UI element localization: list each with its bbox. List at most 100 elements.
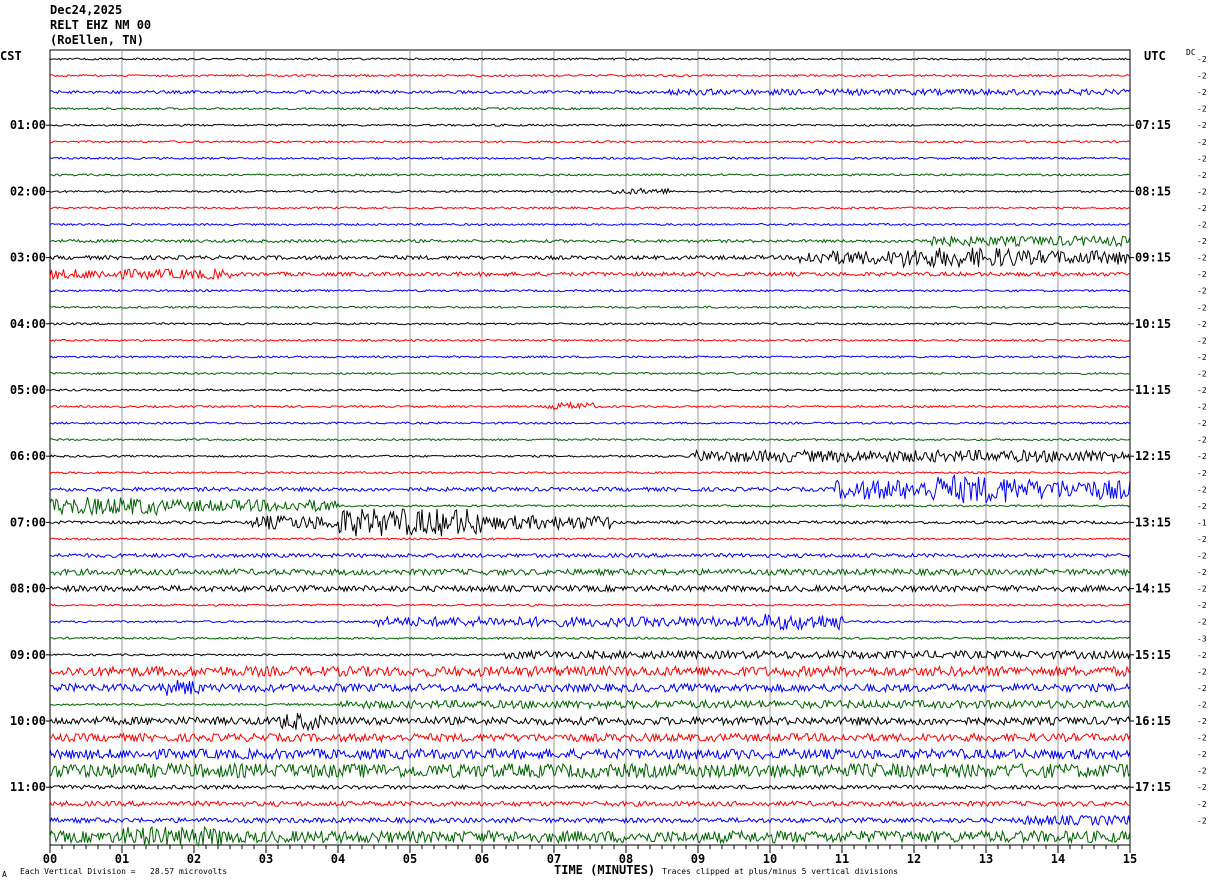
- trace-4: [49, 123, 1131, 127]
- utc-label-17:15: 17:15: [1135, 780, 1171, 794]
- dc-offset-16: -2: [1197, 320, 1207, 329]
- dc-offset-35: -3: [1197, 634, 1207, 643]
- x-tick-label-02: 02: [187, 852, 201, 866]
- trace-44: [49, 784, 1131, 791]
- trace-0: [49, 57, 1131, 61]
- clip-note: Traces clipped at plus/minus 5 vertical …: [662, 867, 899, 876]
- trace-35: [49, 636, 1131, 640]
- trace-27: [49, 496, 1131, 517]
- trace-1: [49, 73, 1131, 78]
- helicorder-plot: 00 01 02 03 04 05 06 07 08 09 10 11 12 13 14 15 01:0002…: [10, 49, 1207, 866]
- dc-offset-31: -2: [1197, 568, 1207, 577]
- trace-2: [49, 87, 1131, 97]
- station-location: (RoEllen, TN): [50, 33, 144, 47]
- trace-28: [49, 508, 1131, 537]
- dc-label: DC: [1186, 48, 1196, 57]
- dc-offset-41: -2: [1197, 734, 1207, 743]
- utc-label-16:15: 16:15: [1135, 714, 1171, 728]
- x-tick-label-11: 11: [835, 852, 849, 866]
- corner-mark: A: [2, 870, 7, 879]
- utc-label: UTC: [1144, 49, 1166, 63]
- seismic-traces: [49, 57, 1131, 847]
- dc-offset-24: -2: [1197, 452, 1207, 461]
- x-tick-label-03: 03: [259, 852, 273, 866]
- trace-13: [49, 267, 1131, 281]
- dc-offset-17: -2: [1197, 336, 1207, 345]
- dc-offset-2: -2: [1197, 88, 1207, 97]
- trace-33: [50, 603, 1131, 607]
- x-tick-label-04: 04: [331, 852, 345, 866]
- dc-offset-18: -2: [1197, 353, 1207, 362]
- cst-label-08:00: 08:00: [10, 582, 46, 596]
- utc-time-axis: 07:15 08:15 09:15 10:15 11:15 12:15 13:15 14:15…: [1130, 118, 1171, 794]
- x-tick-label-15: 15: [1123, 852, 1137, 866]
- cst-time-axis: 01:00 02:00 03:00 04:00 05:00 06:00 07:00 08:00…: [10, 118, 50, 794]
- dc-offset-11: -2: [1197, 237, 1207, 246]
- trace-46: [49, 814, 1131, 827]
- trace-31: [49, 567, 1131, 577]
- scale-note: Each Vertical Division = 28.57 microvolt…: [20, 867, 228, 876]
- trace-30: [49, 552, 1131, 559]
- trace-29: [49, 537, 1131, 541]
- dc-offset-12: -2: [1197, 254, 1207, 263]
- cst-label-05:00: 05:00: [10, 383, 46, 397]
- dc-offset-26: -2: [1197, 485, 1207, 494]
- dc-offset-33: -2: [1197, 601, 1207, 610]
- dc-offset-29: -2: [1197, 535, 1207, 544]
- trace-39: [49, 698, 1131, 711]
- dc-offset-42: -2: [1197, 750, 1207, 759]
- dc-offset-8: -2: [1197, 187, 1207, 196]
- dc-offset-19: -2: [1197, 369, 1207, 378]
- utc-label-15:15: 15:15: [1135, 648, 1171, 662]
- trace-19: [49, 371, 1131, 376]
- trace-38: [49, 679, 1131, 696]
- trace-22: [49, 421, 1131, 425]
- trace-17: [49, 338, 1131, 343]
- cst-label-01:00: 01:00: [10, 118, 46, 132]
- dc-offset-21: -2: [1197, 403, 1207, 412]
- utc-label-11:15: 11:15: [1135, 383, 1171, 397]
- dc-offset-1: -2: [1197, 72, 1207, 81]
- cst-label-11:00: 11:00: [10, 780, 46, 794]
- trace-3: [49, 106, 1131, 111]
- dc-offset-column: -2 -2 -2 -2 -2 -2 -2 -2 -2 -2 -2 -2 -2 -2 -2 -2 -2 -2 -2 -2…: [1197, 55, 1207, 825]
- utc-label-07:15: 07:15: [1135, 118, 1171, 132]
- plot-frame: [49, 49, 1131, 846]
- dc-offset-20: -2: [1197, 386, 1207, 395]
- trace-37: [49, 664, 1131, 679]
- cst-label-10:00: 10:00: [10, 714, 46, 728]
- trace-5: [49, 140, 1131, 144]
- dc-offset-7: -2: [1197, 171, 1207, 180]
- trace-45: [49, 799, 1131, 808]
- dc-offset-4: -2: [1197, 121, 1207, 130]
- x-tick-label-06: 06: [475, 852, 489, 866]
- x-axis-label: TIME (MINUTES): [554, 863, 656, 877]
- trace-41: [49, 731, 1131, 744]
- dc-offset-30: -2: [1197, 552, 1207, 561]
- trace-18: [49, 355, 1131, 359]
- cst-label-04:00: 04:00: [10, 317, 46, 331]
- dc-offset-9: -2: [1197, 204, 1207, 213]
- dc-offset-0: -2: [1197, 55, 1207, 64]
- plot-date: Dec24,2025: [50, 3, 123, 17]
- dc-offset-36: -2: [1197, 651, 1207, 660]
- cst-label-09:00: 09:00: [10, 648, 46, 662]
- x-tick-label-13: 13: [979, 852, 993, 866]
- x-tick-label-01: 01: [115, 852, 129, 866]
- dc-offset-38: -2: [1197, 684, 1207, 693]
- dc-offset-27: -2: [1197, 502, 1207, 511]
- dc-offset-15: -2: [1197, 303, 1207, 312]
- trace-32: [49, 583, 1131, 594]
- utc-label-10:15: 10:15: [1135, 317, 1171, 331]
- trace-10: [49, 222, 1131, 227]
- trace-14: [49, 288, 1131, 293]
- x-tick-label-12: 12: [907, 852, 921, 866]
- trace-7: [49, 173, 1131, 177]
- x-tick-label-09: 09: [691, 852, 705, 866]
- x-tick-label-05: 05: [403, 852, 417, 866]
- trace-21: [49, 400, 1131, 411]
- dc-offset-32: -2: [1197, 585, 1207, 594]
- dc-offset-43: -2: [1197, 767, 1207, 776]
- utc-label-12:15: 12:15: [1135, 449, 1171, 463]
- trace-15: [49, 305, 1131, 309]
